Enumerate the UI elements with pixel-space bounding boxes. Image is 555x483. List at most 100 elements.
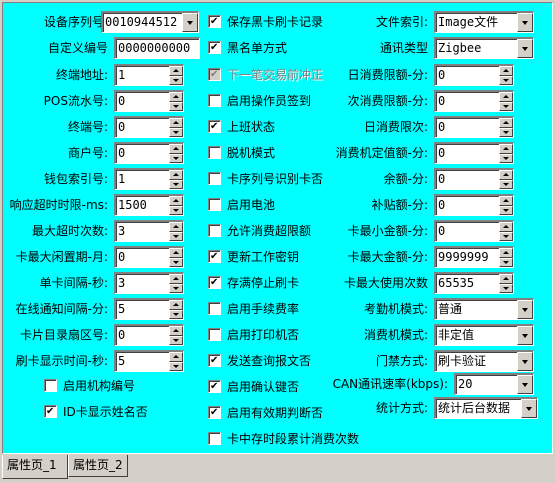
left-checkbox-1[interactable]: ID卡显示姓名否: [44, 404, 148, 419]
checkbox-checked-icon[interactable]: [208, 14, 221, 28]
checkbox-empty-icon[interactable]: [208, 171, 221, 185]
spin-up-arrow-icon[interactable]: [499, 92, 513, 102]
left-spin-input-5[interactable]: 0: [114, 142, 184, 164]
spin-down-arrow-icon[interactable]: [499, 153, 513, 163]
chevron-down-icon[interactable]: [182, 13, 198, 32]
spin-buttons[interactable]: [169, 248, 183, 267]
spin-buttons[interactable]: [169, 326, 183, 345]
spin-down-arrow-icon[interactable]: [169, 179, 183, 189]
left-dropdown-0[interactable]: 0010944512: [101, 11, 199, 33]
option-checkbox-4[interactable]: 上班状态: [208, 119, 275, 134]
right-dropdown-14[interactable]: 20: [454, 373, 534, 395]
option-checkbox-8[interactable]: 允许消费超限额: [208, 223, 311, 238]
checkbox-checked-icon[interactable]: [208, 405, 221, 419]
left-text-input-1[interactable]: 0000000000: [114, 37, 200, 59]
spin-down-arrow-icon[interactable]: [169, 361, 183, 371]
spin-up-arrow-icon[interactable]: [169, 274, 183, 284]
tab-2[interactable]: 属性页_2: [68, 455, 128, 477]
checkbox-empty-icon[interactable]: [208, 431, 221, 445]
spin-buttons[interactable]: [169, 300, 183, 319]
checkbox-empty-icon[interactable]: [44, 378, 57, 392]
spin-down-arrow-icon[interactable]: [169, 75, 183, 85]
checkbox-checked-icon[interactable]: [208, 249, 221, 263]
spin-buttons[interactable]: [499, 170, 513, 189]
right-dropdown-1[interactable]: Zigbee: [434, 37, 534, 59]
right-dropdown-11[interactable]: 普通: [434, 298, 534, 320]
spin-down-arrow-icon[interactable]: [169, 309, 183, 319]
spin-up-arrow-icon[interactable]: [499, 144, 513, 154]
spin-down-arrow-icon[interactable]: [169, 205, 183, 215]
option-checkbox-3[interactable]: 启用操作员签到: [208, 93, 311, 108]
spin-buttons[interactable]: [499, 274, 513, 293]
spin-buttons[interactable]: [169, 274, 183, 293]
option-checkbox-7[interactable]: 启用电池: [208, 197, 275, 212]
right-spin-input-10[interactable]: 65535: [434, 272, 514, 294]
right-spin-input-7[interactable]: 0: [434, 194, 514, 216]
left-spin-input-3[interactable]: 0: [114, 90, 184, 112]
option-checkbox-15[interactable]: 启用有效期判断否: [208, 405, 323, 420]
option-checkbox-10[interactable]: 存满停止刷卡: [208, 275, 299, 290]
chevron-down-icon[interactable]: [517, 300, 533, 319]
spin-down-arrow-icon[interactable]: [169, 257, 183, 267]
spin-up-arrow-icon[interactable]: [169, 66, 183, 76]
option-checkbox-0[interactable]: 保存黑卡刷卡记录: [208, 14, 323, 29]
spin-down-arrow-icon[interactable]: [499, 75, 513, 85]
chevron-down-icon[interactable]: [517, 326, 533, 345]
option-checkbox-14[interactable]: 启用确认键否: [208, 379, 299, 394]
checkbox-checked-icon[interactable]: [208, 40, 221, 54]
checkbox-empty-icon[interactable]: [208, 301, 221, 315]
spin-buttons[interactable]: [499, 222, 513, 241]
option-checkbox-1[interactable]: 黑名单方式: [208, 40, 287, 55]
right-dropdown-12[interactable]: 非定值: [434, 324, 534, 346]
spin-up-arrow-icon[interactable]: [169, 118, 183, 128]
chevron-down-icon[interactable]: [517, 39, 533, 58]
spin-up-arrow-icon[interactable]: [499, 222, 513, 232]
spin-buttons[interactable]: [499, 248, 513, 267]
tab-1[interactable]: 属性页_1: [2, 455, 68, 479]
option-checkbox-13[interactable]: 发送查询报文否: [208, 353, 311, 368]
left-spin-input-9[interactable]: 0: [114, 246, 184, 268]
spin-down-arrow-icon[interactable]: [499, 179, 513, 189]
spin-down-arrow-icon[interactable]: [169, 231, 183, 241]
left-checkbox-0[interactable]: 启用机构编号: [44, 378, 135, 393]
spin-down-arrow-icon[interactable]: [169, 127, 183, 137]
option-checkbox-9[interactable]: 更新工作密钥: [208, 249, 299, 264]
spin-up-arrow-icon[interactable]: [169, 144, 183, 154]
spin-down-arrow-icon[interactable]: [499, 231, 513, 241]
spin-buttons[interactable]: [169, 92, 183, 111]
spin-buttons[interactable]: [169, 170, 183, 189]
spin-buttons[interactable]: [169, 66, 183, 85]
left-spin-input-8[interactable]: 3: [114, 220, 184, 242]
checkbox-checked-icon[interactable]: [208, 275, 221, 289]
right-dropdown-0[interactable]: Image文件: [434, 11, 534, 33]
spin-down-arrow-icon[interactable]: [169, 153, 183, 163]
left-spin-input-10[interactable]: 3: [114, 272, 184, 294]
option-checkbox-6[interactable]: 卡序列号识别卡否: [208, 171, 323, 186]
checkbox-empty-icon[interactable]: [208, 145, 221, 159]
spin-up-arrow-icon[interactable]: [169, 92, 183, 102]
spin-up-arrow-icon[interactable]: [169, 170, 183, 180]
left-spin-input-7[interactable]: 1500: [114, 194, 184, 216]
option-checkbox-11[interactable]: 启用手续费率: [208, 301, 299, 316]
chevron-down-icon[interactable]: [517, 375, 533, 394]
checkbox-empty-icon[interactable]: [208, 197, 221, 211]
right-spin-input-5[interactable]: 0: [434, 142, 514, 164]
option-checkbox-5[interactable]: 脱机模式: [208, 145, 275, 160]
left-spin-input-6[interactable]: 1: [114, 168, 184, 190]
right-spin-input-3[interactable]: 0: [434, 90, 514, 112]
checkbox-checked-icon[interactable]: [208, 119, 221, 133]
spin-down-arrow-icon[interactable]: [169, 283, 183, 293]
spin-buttons[interactable]: [499, 118, 513, 137]
spin-up-arrow-icon[interactable]: [169, 352, 183, 362]
spin-up-arrow-icon[interactable]: [499, 248, 513, 258]
spin-up-arrow-icon[interactable]: [169, 300, 183, 310]
left-spin-input-2[interactable]: 1: [114, 64, 184, 86]
spin-up-arrow-icon[interactable]: [499, 196, 513, 206]
spin-buttons[interactable]: [499, 66, 513, 85]
spin-buttons[interactable]: [499, 196, 513, 215]
spin-buttons[interactable]: [499, 92, 513, 111]
right-dropdown-13[interactable]: 刷卡验证: [434, 350, 534, 372]
checkbox-checked-icon[interactable]: [208, 353, 221, 367]
left-spin-input-11[interactable]: 5: [114, 298, 184, 320]
left-spin-input-12[interactable]: 0: [114, 324, 184, 346]
